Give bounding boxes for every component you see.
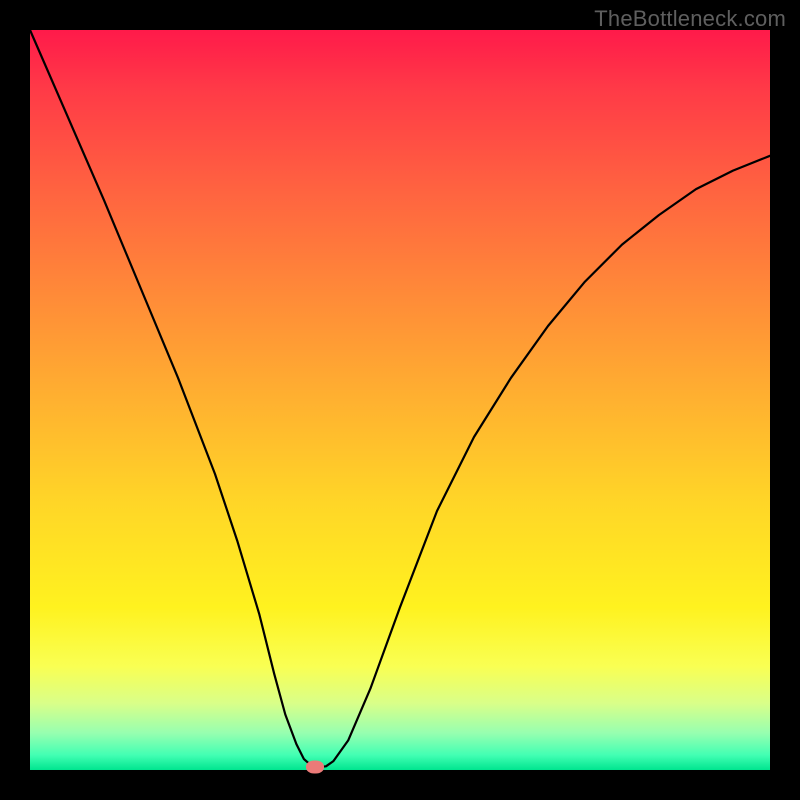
chart-plot-area [30,30,770,770]
bottleneck-curve [30,30,770,767]
optimal-point-marker [306,761,324,774]
watermark-text: TheBottleneck.com [594,6,786,32]
chart-svg [30,30,770,770]
